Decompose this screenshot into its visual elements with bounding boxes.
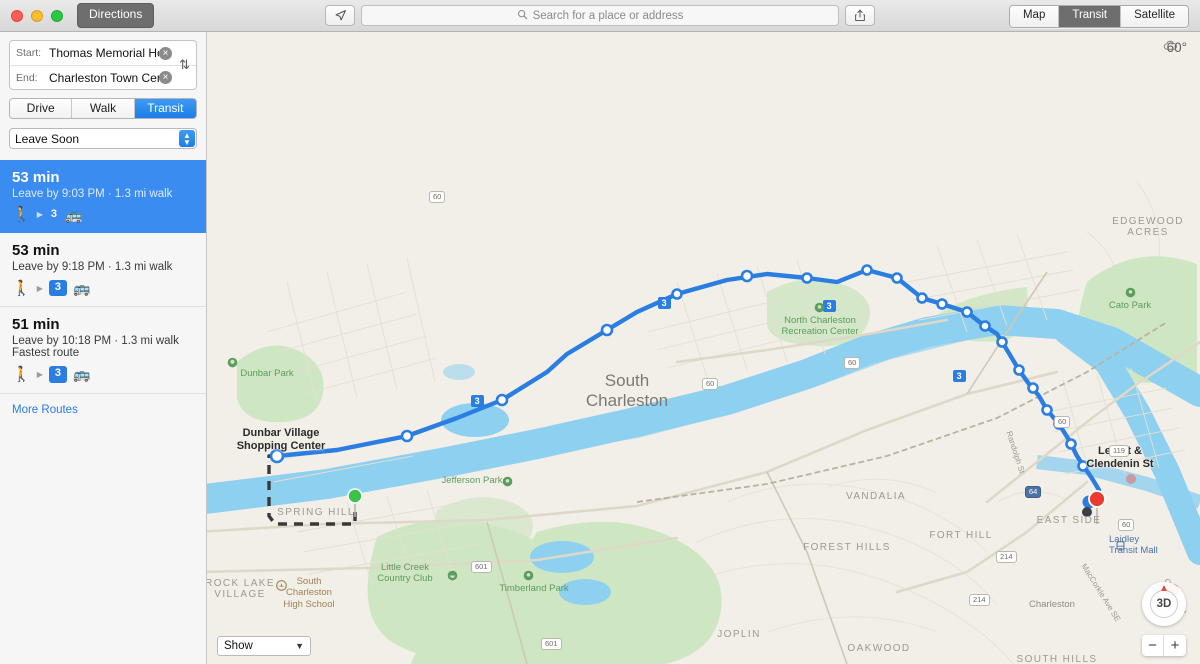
leave-time-value: Leave Soon [15,131,80,146]
search-input[interactable]: Search for a place or address [361,5,839,26]
more-routes-link[interactable]: More Routes [0,394,206,426]
walk-icon: 🚶 [12,206,31,224]
stepper-arrows-icon[interactable]: ▲ ▼ [179,130,195,147]
zoom-in-button[interactable]: + [1164,635,1186,656]
route-duration: 53 min [12,169,60,186]
show-select[interactable]: Show ▼ [217,636,311,656]
directions-button[interactable]: Directions [77,3,155,28]
close-button[interactable] [11,9,23,22]
maximize-button[interactable] [51,9,63,22]
route-detail: Leave by 9:18 PM · 1.3 mi walk [12,261,173,274]
view-mode-transit[interactable]: Transit [1059,6,1122,27]
traffic-light-group [0,9,63,22]
show-select-label: Show [224,640,253,652]
highway-shield-60: 60 [429,191,446,203]
start-field-row[interactable]: Start: Thomas Memorial Hos × [10,41,196,65]
clear-start-icon[interactable]: × [159,46,172,60]
route-option-3[interactable]: 51 min Leave by 10:18 PM · 1.3 mi walk F… [0,307,206,394]
route-detail: Leave by 10:18 PM · 1.3 mi walk [12,335,179,348]
travel-mode-drive[interactable]: Drive [10,99,73,118]
zoom-controls: − + [1142,635,1186,656]
share-icon[interactable] [845,5,875,26]
endpoint-fields: Start: Thomas Memorial Hos × End: Charle… [9,40,197,90]
view-mode-satellite[interactable]: Satellite [1121,6,1188,27]
bus-icon: 🚌 [72,280,91,297]
route-number-badge: 3 [48,280,67,297]
highway-shield-60: 60 [844,357,861,369]
route-detail: Leave by 9:03 PM · 1.3 mi walk [12,188,173,200]
route-number-badge: 3 [48,366,67,383]
compass-3d-control[interactable]: 3D [1142,582,1186,626]
highway-shield-214: 214 [996,551,1017,563]
highway-shield-214: 214 [969,594,990,606]
highway-shield-60: 60 [702,378,719,390]
route-number-badge: 3 [50,208,57,220]
highway-shield-60: 60 [1054,416,1071,428]
view-mode-map[interactable]: Map [1009,6,1060,27]
search-placeholder: Search for a place or address [532,9,684,22]
start-field-value[interactable]: Thomas Memorial Hos [49,46,159,60]
locate-arrow-icon[interactable] [325,5,355,26]
maps-window: Directions Search for a place or address [0,0,1200,664]
bus-icon: 🚌 [64,206,83,223]
route-option-1[interactable]: 53 min Leave by 9:03 PM · 1.3 mi walk 🚶 … [0,160,206,234]
clear-end-icon[interactable]: × [159,71,172,84]
map-canvas[interactable]: 3 3 3 3 South Charleston Dunbar Village … [207,32,1200,664]
travel-mode-group: Drive Walk Transit [9,98,197,119]
bus-icon: 🚌 [72,366,91,383]
toolbar-center-group: Search for a place or address [325,5,875,26]
travel-mode-transit[interactable]: Transit [134,99,196,118]
highway-shield-601: 601 [541,638,562,650]
chevron-right-icon: ▶ [36,210,43,220]
chevron-right-icon: ▶ [36,283,43,293]
map-graphics [207,32,1200,664]
route-note: Fastest route [12,347,80,360]
route-duration: 51 min [12,316,60,334]
weather-widget: 60° [1163,40,1187,55]
window-toolbar: Directions Search for a place or address [0,0,1200,32]
chevron-down-icon: ▼ [295,641,304,651]
search-icon [517,9,528,23]
swap-endpoints-icon[interactable]: ⇅ [179,57,190,73]
highway-shield-119: 119 [1109,445,1129,457]
compass-3d-label[interactable]: 3D [1150,590,1178,618]
route-mode-icons: 🚶 ▶ 3 🚌 [12,279,194,297]
route-option-2[interactable]: 53 min Leave by 9:18 PM · 1.3 mi walk 🚶 … [0,233,206,308]
leave-time-select[interactable]: Leave Soon ▲ ▼ [9,128,197,149]
chevron-right-icon: ▶ [36,369,43,379]
end-field-value[interactable]: Charleston Town Cente [49,71,159,85]
travel-mode-walk[interactable]: Walk [72,99,135,118]
end-field-label: End: [16,71,38,84]
walk-icon: 🚶 [12,365,31,383]
highway-shield-60: 60 [1118,519,1135,531]
highway-shield-601: 601 [471,561,492,573]
zoom-out-button[interactable]: − [1142,635,1164,656]
directions-sidebar: Start: Thomas Memorial Hos × End: Charle… [0,32,207,664]
end-field-row[interactable]: End: Charleston Town Cente × [10,65,196,89]
map-view-mode-group: Map Transit Satellite [1008,5,1189,28]
route-list: 53 min Leave by 9:03 PM · 1.3 mi walk 🚶 … [0,160,206,426]
highway-shield-64: 64 [1025,486,1042,498]
route-mode-icons: 🚶 ▶ 3 🚌 [12,365,194,383]
route-mode-icons: 🚶 ▶ 3 🚌 [12,207,194,222]
minimize-button[interactable] [31,9,43,22]
start-field-label: Start: [16,47,42,59]
walk-icon: 🚶 [12,279,31,297]
route-duration: 53 min [12,242,60,260]
